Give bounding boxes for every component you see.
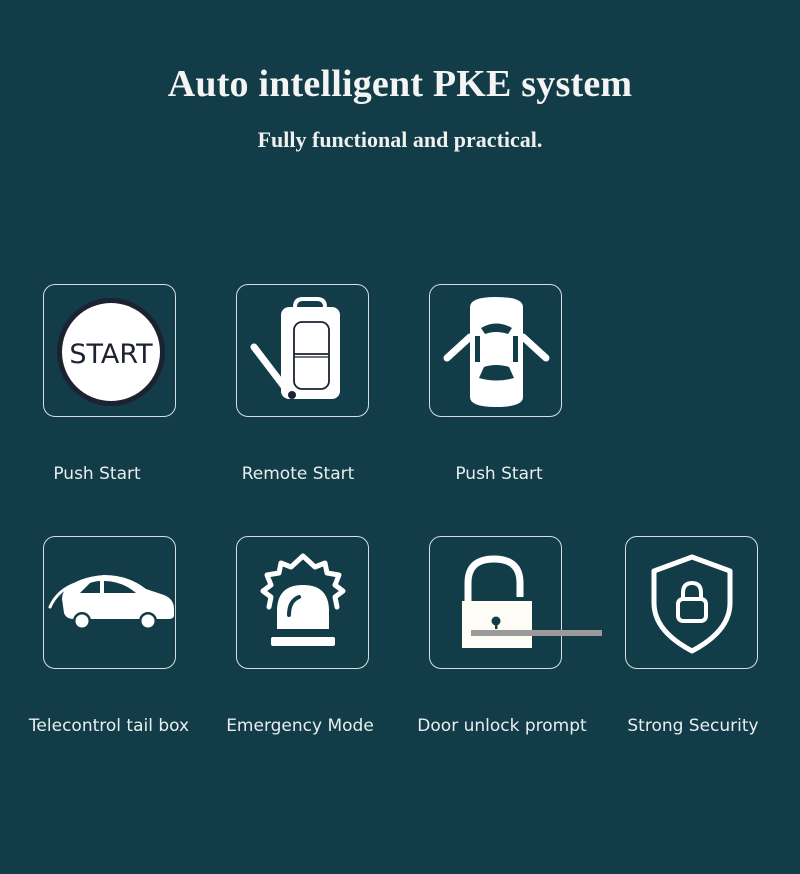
feature-label: Strong Security	[627, 716, 759, 736]
feature-tile-car-doors	[429, 284, 562, 417]
feature-label: Push Start	[455, 464, 543, 484]
feature-tile-emergency	[236, 536, 369, 669]
overlay-bar	[471, 630, 602, 636]
car-trunk-icon	[48, 575, 174, 630]
feature-label: Emergency Mode	[226, 716, 374, 736]
page-subtitle: Fully functional and practical.	[257, 127, 543, 152]
page-title: Auto intelligent PKE system	[167, 63, 633, 105]
key-fob-icon	[250, 297, 340, 399]
shield-lock-icon	[651, 554, 733, 654]
feature-label: Remote Start	[241, 464, 355, 484]
siren-icon	[260, 553, 346, 646]
car-doors-open-icon	[443, 297, 550, 407]
feature-label: Push Start	[53, 464, 141, 484]
start-button-icon: START	[57, 298, 165, 406]
feature-tile-security	[625, 536, 758, 669]
feature-tile-push-start: START	[43, 284, 176, 417]
feature-label: Door unlock prompt	[417, 716, 587, 736]
start-text: START	[69, 339, 153, 370]
feature-tile-door-unlock	[429, 536, 602, 669]
padlock-icon	[462, 555, 602, 648]
feature-tile-trunk	[43, 536, 176, 669]
feature-label: Telecontrol tail box	[28, 716, 190, 736]
feature-tile-remote-start	[236, 284, 369, 417]
